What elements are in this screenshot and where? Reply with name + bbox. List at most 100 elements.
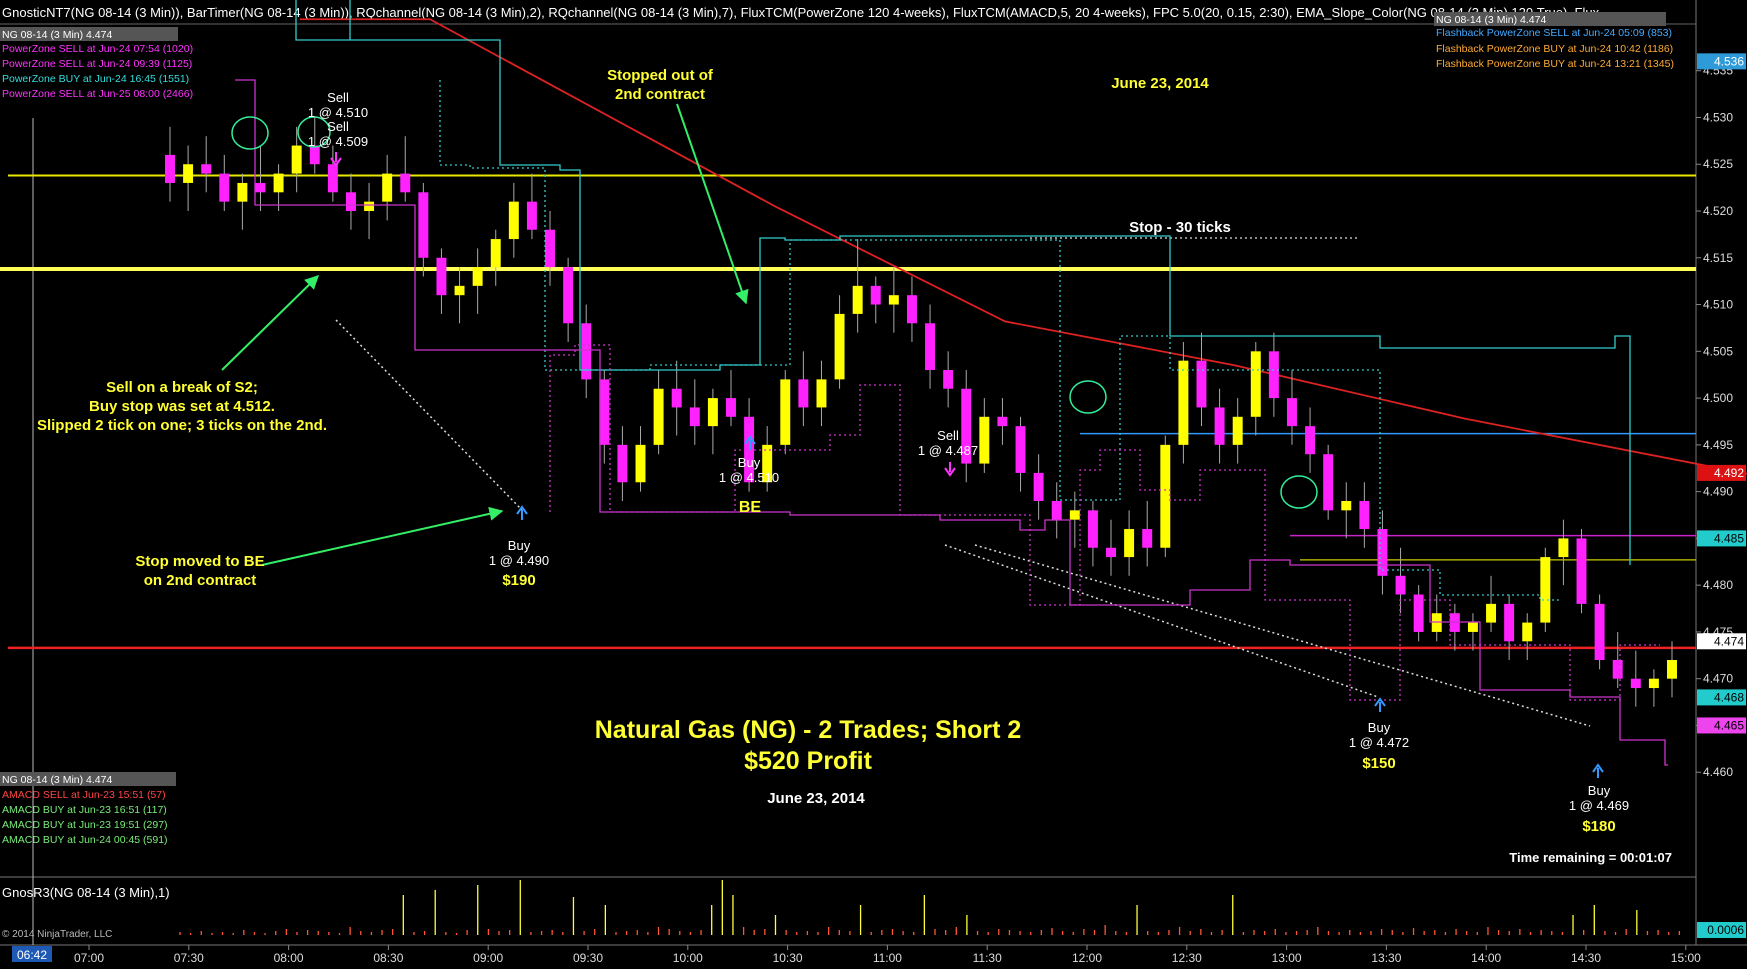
candle-body [1160,444,1171,548]
x-tick-label: 09:00 [473,951,503,965]
candle-body [183,164,194,183]
x-tick-label: 11:30 [973,951,1002,965]
y-tick-label: 4.490 [1703,485,1733,499]
candle-body [689,407,700,427]
date-label-bottom: June 23, 2014 [767,790,865,807]
candle-body [1268,351,1279,399]
candle-body [1630,678,1641,689]
candle-body [671,388,682,408]
svg-text:1 @ 4.487: 1 @ 4.487 [918,443,978,458]
alert-line: PowerZone SELL at Jun-25 08:00 (2466) [2,88,193,100]
y-tick-label: 4.510 [1703,298,1733,312]
candle-body [1069,510,1080,520]
candle-body [581,323,592,380]
copyright-label: © 2014 NinjaTrader, LLC [2,929,112,940]
candle-body [1648,678,1659,689]
y-tick-label: 4.470 [1703,672,1733,686]
candle-body [1106,547,1116,558]
y-tick-label: 4.525 [1703,157,1733,171]
alert-line: PowerZone SELL at Jun-24 09:39 (1125) [2,58,192,70]
price-tag-label: 4.492 [1714,466,1744,480]
price-tag-label: 4.536 [1714,54,1744,68]
candle-body [1341,500,1352,511]
candle-body [798,379,809,408]
x-tick-label: 10:00 [673,951,703,965]
y-tick-label: 4.460 [1703,765,1733,779]
y-tick-label: 4.500 [1703,391,1733,405]
top-left-alert-panel: NG 08-14 (3 Min) 4.474 PowerZone SELL at… [0,27,193,100]
sell-break-label-1: Sell on a break of S2; [106,379,258,396]
stopped-out-label-2: 2nd contract [615,86,705,103]
candle-body [997,416,1008,427]
x-tick-label: 14:00 [1471,951,1501,965]
candle-body [834,313,845,380]
candle-body [1323,454,1334,511]
alert-line: AMACD BUY at Jun-23 16:51 (117) [2,804,167,816]
x-tick-label: 11:00 [873,951,902,965]
volume-panel-label: GnosR3(NG 08-14 (3 Min),1) [2,885,170,900]
y-tick-label: 4.480 [1703,578,1733,592]
x-tick-label: 09:30 [573,951,603,965]
candle-body [255,182,266,193]
candle-body [1576,538,1587,604]
candle-body [943,370,954,389]
candle-body [165,154,175,183]
candle-body [906,295,917,324]
candle-body [1377,529,1388,576]
svg-text:1 @ 4.510: 1 @ 4.510 [719,470,779,485]
candle-body [1395,575,1406,595]
candle-body [979,416,990,464]
candle-body [1486,603,1497,623]
svg-text:1 @ 4.509: 1 @ 4.509 [308,134,368,149]
svg-text:Buy: Buy [508,538,531,553]
candle-body [345,192,356,212]
chart-title-line2: $520 Profit [744,747,873,775]
indicator-header: GnosticNT7(NG 08-14 (3 Min)), BarTimer(N… [2,5,1600,20]
stop-be-label-2: on 2nd contract [144,572,257,589]
y-tick-label: 4.495 [1703,438,1733,452]
candle-body [400,173,411,193]
candle-body [816,379,827,408]
candle-body [563,267,574,324]
alert-line: AMACD BUY at Jun-23 19:51 (297) [2,819,168,831]
x-tick-label: 13:00 [1272,951,1302,965]
stop-30-ticks-label: Stop - 30 ticks [1129,219,1231,236]
svg-text:Buy: Buy [1368,720,1391,735]
price-tag-label: 4.474 [1714,634,1744,648]
candle-body [1196,360,1207,408]
alert-line: PowerZone BUY at Jun-24 16:45 (1551) [2,73,189,85]
candle-body [1178,360,1189,445]
candle-body [201,164,212,174]
candle-body [1015,426,1026,473]
candle-body [237,182,248,202]
price-tag-label: 4.465 [1714,718,1744,732]
top-right-header: NG 08-14 (3 Min) 4.474 [1436,14,1546,26]
candle-body [1250,351,1261,417]
be-label: BE [739,499,762,516]
candle-body [1612,659,1623,679]
candle-body [382,173,393,202]
x-tick-label: 14:30 [1571,951,1601,965]
svg-text:Sell: Sell [327,90,349,105]
candle-body [490,239,501,268]
y-tick-label: 4.530 [1703,110,1733,124]
x-tick-label: 15:00 [1671,951,1701,965]
alert-line: Flashback PowerZone BUY at Jun-24 13:21 … [1436,58,1674,70]
candle-body [617,444,628,483]
candle-body [1558,538,1569,558]
candle-body [545,229,556,268]
candle-body [726,398,736,417]
svg-text:Sell: Sell [327,119,349,134]
svg-text:1 @ 4.490: 1 @ 4.490 [489,553,549,568]
candle-body [707,398,718,427]
price-chart[interactable]: GnosticNT7(NG 08-14 (3 Min)), BarTimer(N… [0,0,1747,969]
svg-text:$150: $150 [1362,755,1395,772]
alert-line: Flashback PowerZone BUY at Jun-24 10:42 … [1436,43,1673,55]
svg-text:Buy: Buy [738,455,761,470]
candle-body [1051,500,1062,520]
stopped-out-label-1: Stopped out of [607,67,714,84]
candle-body [1232,416,1243,445]
alert-line: PowerZone SELL at Jun-24 07:54 (1020) [2,43,193,55]
sell-break-label-3: Slipped 2 tick on one; 3 ticks on the 2n… [37,417,327,434]
candle-body [454,285,465,296]
